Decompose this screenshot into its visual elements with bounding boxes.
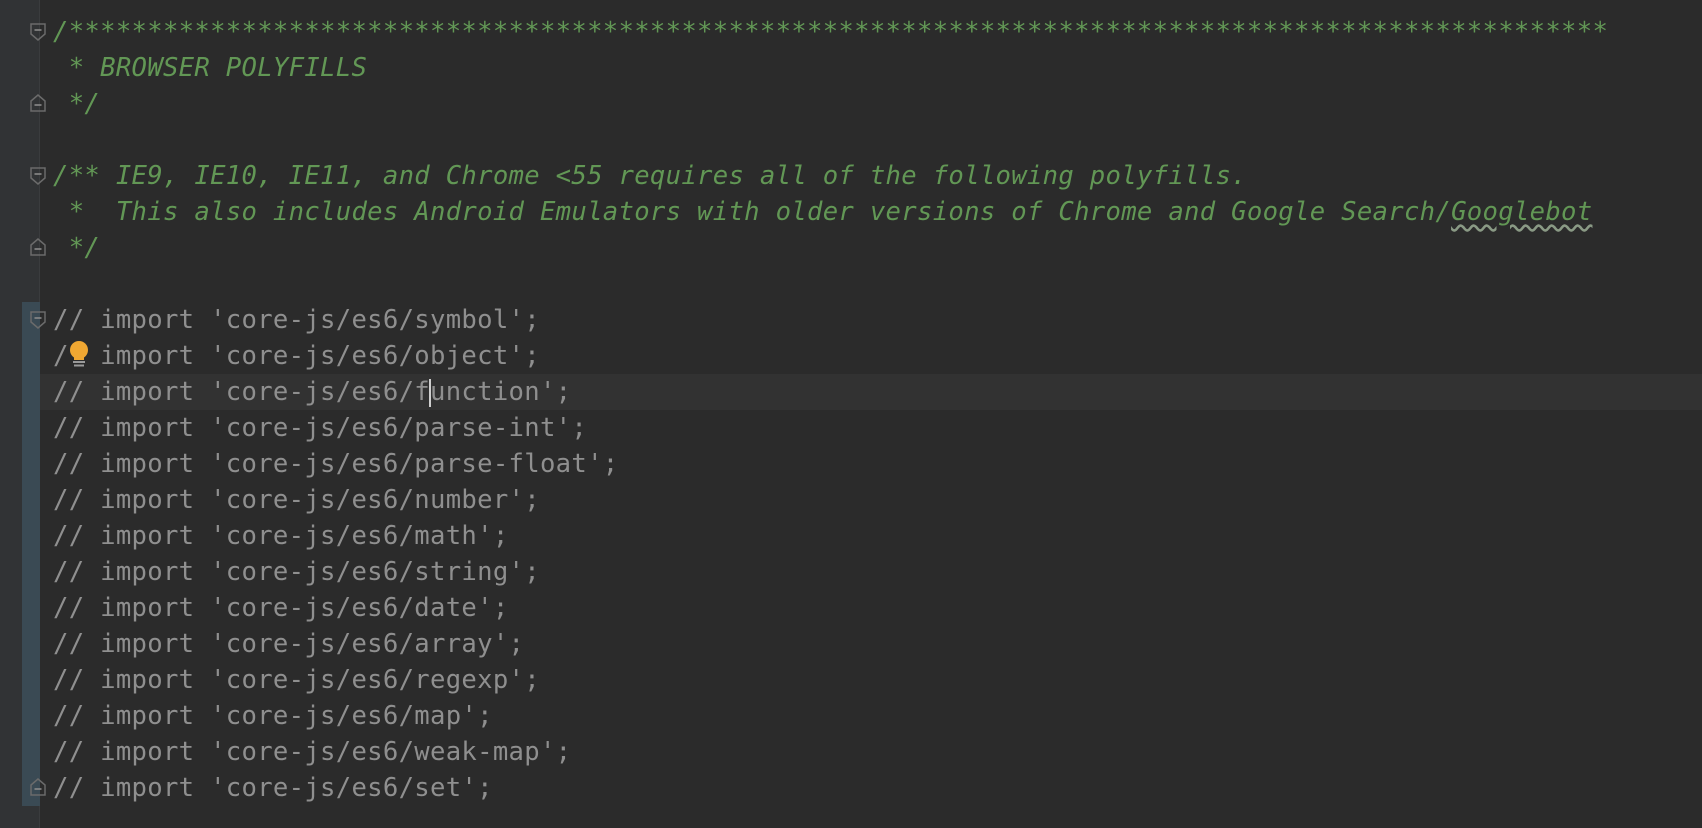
- code-line[interactable]: // import 'core-js/es6/date';: [53, 590, 1702, 626]
- code-line[interactable]: * This also includes Android Emulators w…: [53, 194, 1702, 230]
- code-line-blank[interactable]: [53, 266, 1702, 302]
- code-area[interactable]: /***************************************…: [53, 14, 1702, 806]
- fold-start-icon[interactable]: [30, 23, 46, 41]
- lightbulb-icon[interactable]: [68, 340, 90, 370]
- code-line[interactable]: // import 'core-js/es6/array';: [53, 626, 1702, 662]
- code-line[interactable]: // import 'core-js/es6/map';: [53, 698, 1702, 734]
- code-line[interactable]: // import 'core-js/es6/regexp';: [53, 662, 1702, 698]
- code-line[interactable]: /***************************************…: [53, 14, 1702, 50]
- code-line[interactable]: // import 'core-js/es6/number';: [53, 482, 1702, 518]
- fold-start-icon[interactable]: [30, 167, 46, 185]
- code-line-blank[interactable]: [53, 122, 1702, 158]
- code-line[interactable]: /** IE9, IE10, IE11, and Chrome <55 requ…: [53, 158, 1702, 194]
- code-line[interactable]: // import 'core-js/es6/parse-int';: [53, 410, 1702, 446]
- code-line[interactable]: */: [53, 86, 1702, 122]
- code-line[interactable]: // import 'core-js/es6/object';: [53, 338, 1702, 374]
- fold-end-icon[interactable]: [30, 778, 46, 796]
- code-line[interactable]: // import 'core-js/es6/string';: [53, 554, 1702, 590]
- code-line[interactable]: // import 'core-js/es6/math';: [53, 518, 1702, 554]
- fold-end-icon[interactable]: [30, 238, 46, 256]
- fold-end-icon[interactable]: [30, 94, 46, 112]
- spelling-warning[interactable]: Googlebot: [1451, 197, 1592, 227]
- code-line[interactable]: */: [53, 230, 1702, 266]
- code-line[interactable]: // import 'core-js/es6/set';: [53, 770, 1702, 806]
- code-editor[interactable]: /***************************************…: [0, 0, 1702, 828]
- fold-start-icon[interactable]: [30, 311, 46, 329]
- code-line[interactable]: // import 'core-js/es6/symbol';: [53, 302, 1702, 338]
- code-line-current[interactable]: // import 'core-js/es6/function';: [53, 374, 1702, 410]
- vcs-change-marker[interactable]: [22, 302, 40, 806]
- code-line[interactable]: // import 'core-js/es6/parse-float';: [53, 446, 1702, 482]
- code-line[interactable]: // import 'core-js/es6/weak-map';: [53, 734, 1702, 770]
- code-line[interactable]: * BROWSER POLYFILLS: [53, 50, 1702, 86]
